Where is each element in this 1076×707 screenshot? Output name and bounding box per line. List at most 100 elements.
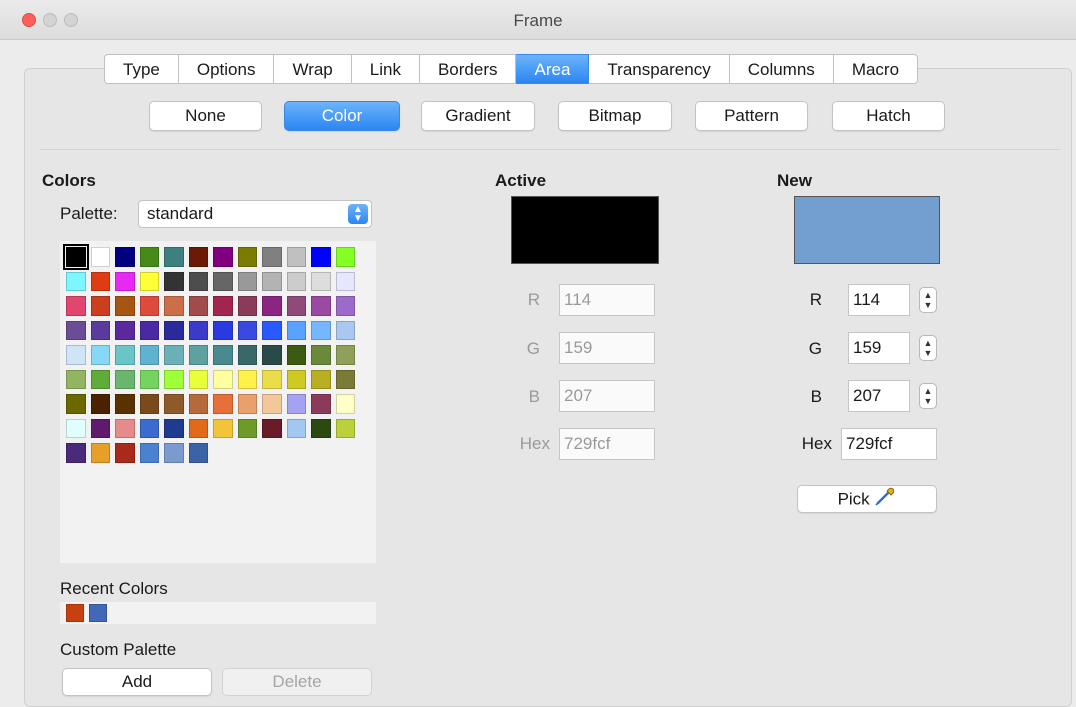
color-swatch[interactable]: [237, 296, 257, 316]
color-swatch[interactable]: [262, 320, 282, 340]
color-swatch[interactable]: [139, 443, 159, 463]
color-swatch[interactable]: [213, 418, 233, 438]
color-swatch[interactable]: [213, 271, 233, 291]
color-swatch[interactable]: [311, 369, 331, 389]
tab-borders[interactable]: Borders: [419, 54, 517, 84]
tab-type[interactable]: Type: [104, 54, 179, 84]
color-swatch[interactable]: [188, 296, 208, 316]
fill-color-button[interactable]: Color: [284, 101, 400, 131]
color-swatch[interactable]: [115, 247, 135, 267]
color-swatch[interactable]: [90, 418, 110, 438]
color-swatch[interactable]: [188, 345, 208, 365]
tab-macro[interactable]: Macro: [833, 54, 919, 84]
color-swatch[interactable]: [335, 394, 355, 414]
color-swatch[interactable]: [90, 296, 110, 316]
color-swatch[interactable]: [237, 345, 257, 365]
fill-bitmap-button[interactable]: Bitmap: [558, 101, 672, 131]
color-swatch[interactable]: [139, 394, 159, 414]
add-button[interactable]: Add: [62, 668, 212, 696]
color-swatch[interactable]: [237, 320, 257, 340]
color-swatch[interactable]: [237, 271, 257, 291]
color-swatch[interactable]: [237, 394, 257, 414]
color-swatch[interactable]: [286, 418, 306, 438]
color-swatch[interactable]: [262, 394, 282, 414]
color-swatch[interactable]: [311, 271, 331, 291]
tab-transparency[interactable]: Transparency: [589, 54, 730, 84]
color-swatch[interactable]: [188, 320, 208, 340]
color-swatch[interactable]: [139, 418, 159, 438]
color-swatch[interactable]: [335, 271, 355, 291]
color-swatch[interactable]: [164, 271, 184, 291]
new-hex-field[interactable]: 729fcf: [841, 428, 937, 460]
color-swatch[interactable]: [237, 418, 257, 438]
color-swatch[interactable]: [164, 443, 184, 463]
color-swatch[interactable]: [66, 296, 86, 316]
color-swatch[interactable]: [213, 296, 233, 316]
color-swatch[interactable]: [63, 244, 89, 270]
new-r-stepper-icon[interactable]: ▲ ▼: [919, 287, 937, 313]
color-swatch[interactable]: [115, 369, 135, 389]
color-swatch[interactable]: [66, 394, 86, 414]
color-swatch[interactable]: [139, 296, 159, 316]
fill-none-button[interactable]: None: [149, 101, 262, 131]
color-swatch[interactable]: [66, 418, 86, 438]
color-swatch[interactable]: [286, 394, 306, 414]
color-swatch[interactable]: [335, 345, 355, 365]
color-swatch[interactable]: [66, 320, 86, 340]
color-swatch[interactable]: [164, 345, 184, 365]
fill-gradient-button[interactable]: Gradient: [421, 101, 535, 131]
color-swatch[interactable]: [188, 271, 208, 291]
new-b-field[interactable]: 207: [848, 380, 910, 412]
recent-color-swatch[interactable]: [89, 604, 107, 622]
color-swatch[interactable]: [164, 320, 184, 340]
tab-wrap[interactable]: Wrap: [274, 54, 352, 84]
color-swatch[interactable]: [66, 369, 86, 389]
color-swatch[interactable]: [262, 418, 282, 438]
color-swatch[interactable]: [237, 369, 257, 389]
new-g-stepper-icon[interactable]: ▲ ▼: [919, 335, 937, 361]
color-swatch[interactable]: [188, 443, 208, 463]
pick-button[interactable]: Pick: [797, 485, 937, 513]
color-swatch[interactable]: [213, 320, 233, 340]
color-swatch[interactable]: [115, 443, 135, 463]
color-swatch[interactable]: [115, 296, 135, 316]
color-swatch[interactable]: [286, 247, 306, 267]
tab-area[interactable]: Area: [516, 54, 590, 84]
color-swatch[interactable]: [311, 320, 331, 340]
color-swatch[interactable]: [286, 345, 306, 365]
color-swatch[interactable]: [188, 369, 208, 389]
color-swatch[interactable]: [139, 271, 159, 291]
color-swatch[interactable]: [139, 369, 159, 389]
color-swatch[interactable]: [90, 320, 110, 340]
color-swatch[interactable]: [90, 394, 110, 414]
color-swatch[interactable]: [115, 271, 135, 291]
color-swatch[interactable]: [286, 296, 306, 316]
fill-pattern-button[interactable]: Pattern: [695, 101, 808, 131]
color-swatch[interactable]: [335, 418, 355, 438]
color-swatch[interactable]: [188, 394, 208, 414]
color-swatch[interactable]: [139, 345, 159, 365]
color-swatch[interactable]: [286, 369, 306, 389]
color-swatch[interactable]: [115, 345, 135, 365]
color-swatch[interactable]: [311, 345, 331, 365]
color-swatch[interactable]: [262, 247, 282, 267]
color-swatch[interactable]: [115, 418, 135, 438]
color-swatch[interactable]: [262, 271, 282, 291]
color-swatch[interactable]: [335, 296, 355, 316]
color-swatch[interactable]: [164, 394, 184, 414]
color-swatch[interactable]: [66, 345, 86, 365]
color-swatch[interactable]: [164, 296, 184, 316]
color-swatch[interactable]: [311, 394, 331, 414]
color-swatch[interactable]: [213, 369, 233, 389]
color-swatch[interactable]: [286, 271, 306, 291]
tab-columns[interactable]: Columns: [729, 54, 834, 84]
color-swatch[interactable]: [335, 247, 355, 267]
color-swatch[interactable]: [164, 418, 184, 438]
color-swatch[interactable]: [213, 394, 233, 414]
color-swatch[interactable]: [213, 345, 233, 365]
new-b-stepper-icon[interactable]: ▲ ▼: [919, 383, 937, 409]
color-swatch[interactable]: [139, 320, 159, 340]
color-swatch[interactable]: [90, 271, 110, 291]
color-swatch[interactable]: [335, 369, 355, 389]
tab-options[interactable]: Options: [178, 54, 275, 84]
